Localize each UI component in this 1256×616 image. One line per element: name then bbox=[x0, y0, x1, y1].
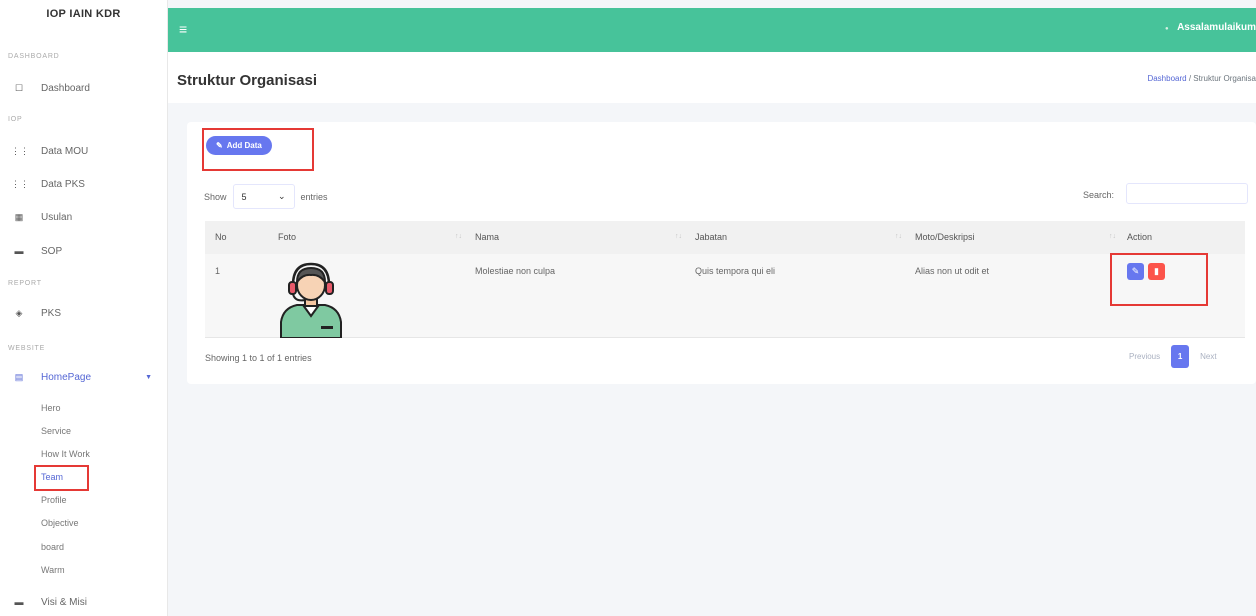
home-icon: ▤ bbox=[14, 371, 24, 382]
content-card: ✎ Add Data Show 5 ⌄ entries Search: No F… bbox=[187, 122, 1256, 384]
cell-moto: Alias non ut odit et bbox=[915, 266, 990, 276]
brand-logo: IOP IAIN KDR bbox=[46, 8, 121, 20]
highlight-box-action bbox=[1110, 253, 1208, 306]
cell-jabatan: Quis tempora qui eli bbox=[695, 266, 776, 276]
sidebar-item-label: Data MOU bbox=[41, 145, 89, 157]
sidebar-sub-board[interactable]: board bbox=[41, 542, 64, 552]
network-icon: ⋮⋮ bbox=[11, 145, 29, 156]
sidebar-item-label: Visi & Misi bbox=[41, 596, 87, 608]
col-no[interactable]: No bbox=[215, 232, 227, 242]
pagination-next[interactable]: Next bbox=[1193, 352, 1223, 361]
breadcrumb: Dashboard / Struktur Organisa bbox=[1147, 74, 1256, 83]
col-foto[interactable]: Foto bbox=[278, 232, 296, 242]
sidebar-item-dashboard[interactable]: ☐ Dashboard bbox=[0, 75, 168, 101]
sidebar-sub-service[interactable]: Service bbox=[41, 426, 71, 436]
table-row: 1 Molestiae non culpa Quis tempora qui e… bbox=[205, 253, 1245, 338]
sidebar-item-homepage[interactable]: ▤ HomePage ▼ bbox=[0, 364, 168, 390]
highlight-box-add bbox=[202, 128, 314, 171]
breadcrumb-current: Struktur Organisa bbox=[1193, 74, 1256, 83]
section-dashboard: DASHBOARD bbox=[8, 53, 60, 60]
sidebar-item-label: Data PKS bbox=[41, 178, 85, 190]
col-moto[interactable]: Moto/Deskripsi bbox=[915, 232, 975, 242]
sidebar-item-label: HomePage bbox=[41, 371, 92, 383]
sidebar-item-usulan[interactable]: ▦ Usulan bbox=[0, 204, 168, 230]
network-icon: ⋮⋮ bbox=[11, 178, 29, 189]
sort-icon: ↑↓ bbox=[1109, 233, 1116, 240]
sidebar-item-pks[interactable]: ◈ PKS bbox=[0, 300, 168, 326]
page-header: Struktur Organisasi Dashboard / Struktur… bbox=[168, 52, 1256, 103]
col-jabatan[interactable]: Jabatan bbox=[695, 232, 727, 242]
sidebar-sub-warm[interactable]: Warm bbox=[41, 565, 65, 575]
col-action[interactable]: Action bbox=[1127, 232, 1152, 242]
pagination: Previous 1 Next bbox=[1122, 345, 1224, 368]
chevron-down-icon: ▼ bbox=[145, 373, 152, 381]
sidebar-sub-hero[interactable]: Hero bbox=[41, 403, 61, 413]
sidebar-item-label: PKS bbox=[41, 307, 62, 319]
breadcrumb-link-dashboard[interactable]: Dashboard bbox=[1147, 74, 1186, 83]
people-icon: ▦ bbox=[14, 211, 24, 222]
user-menu[interactable]: ● Assalamulaikum bbox=[1165, 22, 1256, 33]
cell-nama: Molestiae non culpa bbox=[475, 266, 556, 276]
search-input[interactable] bbox=[1126, 183, 1248, 204]
page-title: Struktur Organisasi bbox=[177, 72, 318, 89]
entries-control: Show 5 ⌄ entries bbox=[204, 184, 328, 209]
entries-value: 5 bbox=[241, 191, 247, 202]
table-header: No Foto ↑↓ Nama ↑↓ Jabatan ↑↓ Moto/Deskr… bbox=[205, 221, 1245, 254]
chevron-down-icon: ⌄ bbox=[277, 191, 286, 201]
topbar: ≡ ● Assalamulaikum bbox=[168, 8, 1256, 52]
breadcrumb-separator: / bbox=[1188, 74, 1192, 83]
sidebar-sub-objective[interactable]: Objective bbox=[41, 518, 79, 528]
book-icon: ▬ bbox=[14, 246, 24, 256]
col-nama[interactable]: Nama bbox=[475, 232, 499, 242]
search-label: Search: bbox=[1083, 190, 1115, 200]
sidebar-item-label: SOP bbox=[41, 245, 63, 257]
highlight-box-team bbox=[34, 465, 89, 491]
team-member-photo bbox=[280, 262, 342, 338]
sidebar-sub-profile[interactable]: Profile bbox=[41, 495, 67, 505]
greeting-text: Assalamulaikum bbox=[1177, 22, 1256, 33]
avatar: ● bbox=[1165, 26, 1169, 32]
sidebar: IOP IAIN KDR DASHBOARD ☐ Dashboard IOP ⋮… bbox=[0, 0, 168, 616]
entries-label: entries bbox=[300, 191, 328, 202]
data-table: No Foto ↑↓ Nama ↑↓ Jabatan ↑↓ Moto/Deskr… bbox=[205, 221, 1245, 338]
sidebar-item-label: Usulan bbox=[41, 211, 73, 223]
table-info: Showing 1 to 1 of 1 entries bbox=[205, 353, 312, 363]
section-iop: IOP bbox=[8, 116, 23, 123]
section-website: WEBSITE bbox=[8, 345, 46, 352]
sidebar-item-visi-misi[interactable]: ▬ Visi & Misi bbox=[0, 589, 168, 615]
eye-icon: ◈ bbox=[15, 307, 23, 318]
show-label: Show bbox=[204, 191, 227, 202]
cell-no: 1 bbox=[215, 266, 221, 276]
pagination-previous[interactable]: Previous bbox=[1122, 352, 1167, 361]
entries-select[interactable]: 5 ⌄ bbox=[232, 184, 295, 209]
sidebar-item-sop[interactable]: ▬ SOP bbox=[0, 238, 168, 264]
book-icon: ▬ bbox=[14, 597, 24, 607]
square-icon: ☐ bbox=[14, 82, 24, 93]
pagination-page-1[interactable]: 1 bbox=[1171, 345, 1190, 368]
sidebar-item-data-mou[interactable]: ⋮⋮ Data MOU bbox=[0, 138, 168, 164]
section-report: REPORT bbox=[8, 280, 42, 287]
sort-icon: ↑↓ bbox=[455, 233, 462, 240]
sort-icon: ↑↓ bbox=[895, 233, 902, 240]
hamburger-menu-icon[interactable]: ≡ bbox=[179, 21, 187, 37]
sidebar-item-data-pks[interactable]: ⋮⋮ Data PKS bbox=[0, 171, 168, 197]
sidebar-sub-how-it-work[interactable]: How It Work bbox=[41, 449, 90, 459]
sidebar-item-label: Dashboard bbox=[41, 82, 90, 94]
sort-icon: ↑↓ bbox=[675, 233, 682, 240]
